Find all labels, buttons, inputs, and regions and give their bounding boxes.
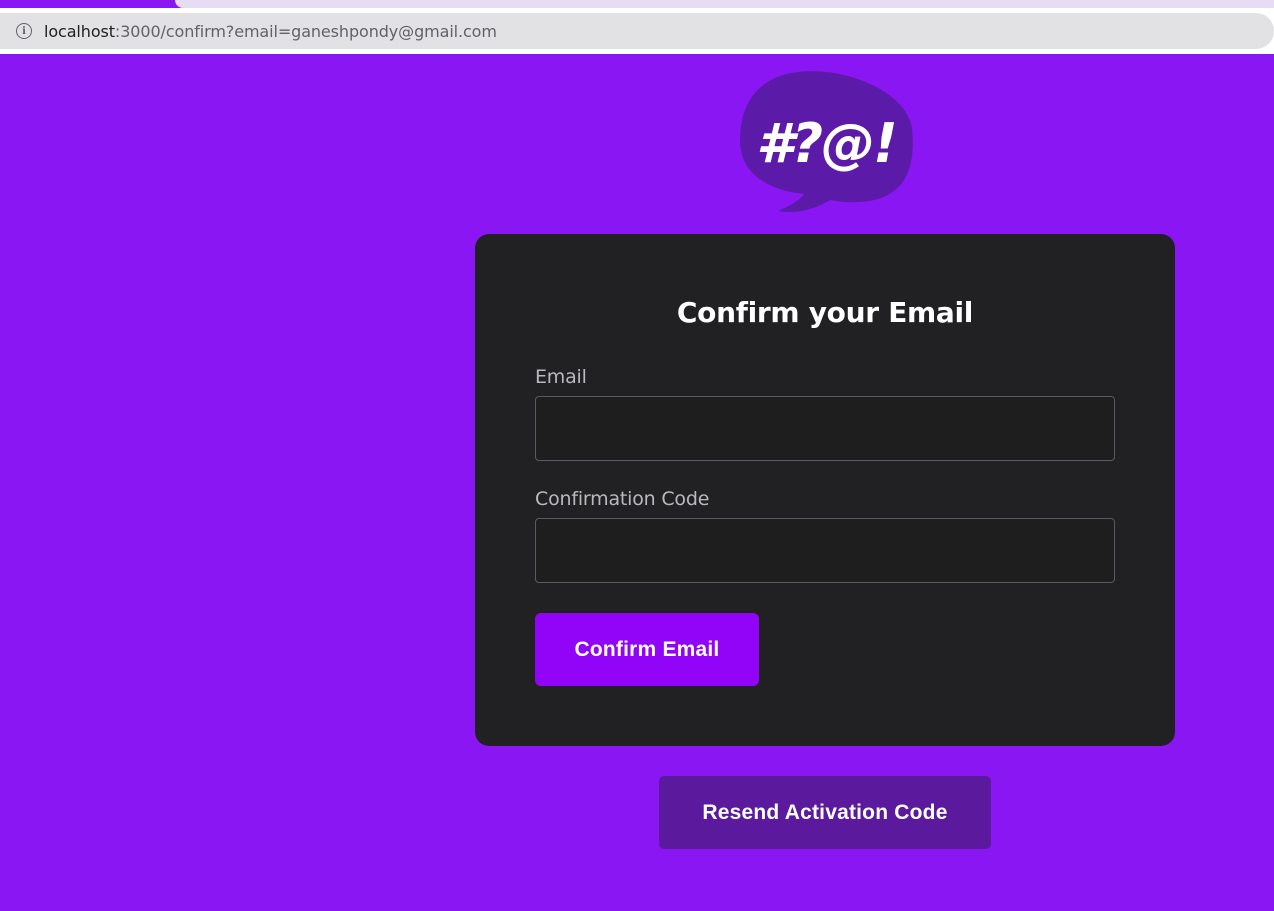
tab-strip-edge	[175, 0, 1274, 8]
url-text[interactable]: localhost:3000/confirm?email=ganeshpondy…	[44, 22, 497, 41]
url-path: :3000/confirm?email=ganeshpondy@gmail.co…	[114, 21, 497, 41]
url-host: localhost	[44, 21, 115, 41]
email-field[interactable]	[535, 396, 1115, 461]
browser-toolbar: i localhost:3000/confirm?email=ganeshpon…	[0, 8, 1274, 54]
page-title: Confirm your Email	[676, 296, 974, 329]
logo-speech-bubble-icon: #?@!	[740, 71, 913, 212]
logo-text: #?@!	[756, 112, 896, 175]
confirm-card: Confirm your Email Email Confirmation Co…	[475, 234, 1175, 746]
site-info-icon[interactable]: i	[16, 23, 32, 39]
address-bar[interactable]: i localhost:3000/confirm?email=ganeshpon…	[0, 13, 1274, 49]
confirmation-code-field[interactable]	[535, 518, 1115, 583]
email-label: Email	[535, 366, 587, 388]
confirm-email-button[interactable]: Confirm Email	[535, 613, 759, 686]
resend-activation-code-button[interactable]: Resend Activation Code	[659, 776, 991, 849]
confirmation-code-label: Confirmation Code	[535, 488, 710, 510]
